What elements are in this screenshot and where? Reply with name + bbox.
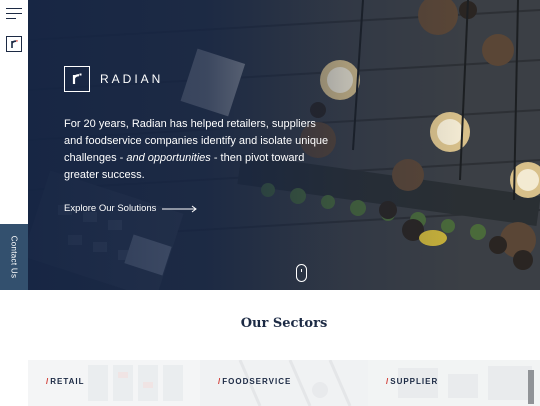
sector-label-supplier: /SUPPLIER — [386, 377, 439, 386]
sectors-list: /RETAIL /FOODSERVICE /SUPPLIER — [28, 360, 540, 406]
arrow-right-icon — [162, 205, 198, 212]
contact-us-tab[interactable]: Contact Us — [0, 224, 28, 290]
explore-solutions-label: Explore Our Solutions — [64, 203, 157, 214]
explore-solutions-link[interactable]: Explore Our Solutions — [64, 203, 198, 214]
radian-logo-icon[interactable] — [6, 36, 22, 52]
sector-label-retail: /RETAIL — [46, 377, 85, 386]
sector-card-supplier[interactable]: /SUPPLIER — [368, 360, 540, 406]
sector-label-foodservice: /FOODSERVICE — [218, 377, 292, 386]
hero-section: RADIAN For 20 years, Radian has helped r… — [28, 0, 540, 290]
sector-card-retail[interactable]: /RETAIL — [28, 360, 200, 406]
hamburger-icon[interactable] — [6, 8, 22, 22]
radian-mark-icon — [64, 66, 90, 92]
scroll-mouse-icon[interactable] — [296, 264, 307, 282]
hero-description: For 20 years, Radian has helped retailer… — [64, 116, 332, 184]
brand-name: RADIAN — [100, 72, 164, 86]
brand-logo[interactable]: RADIAN — [64, 66, 163, 92]
hero-text-emphasis: and opportunities — [126, 152, 211, 164]
contact-us-label: Contact Us — [9, 235, 19, 279]
sectors-heading: Our Sectors — [240, 316, 328, 331]
sector-card-foodservice[interactable]: /FOODSERVICE — [200, 360, 368, 406]
